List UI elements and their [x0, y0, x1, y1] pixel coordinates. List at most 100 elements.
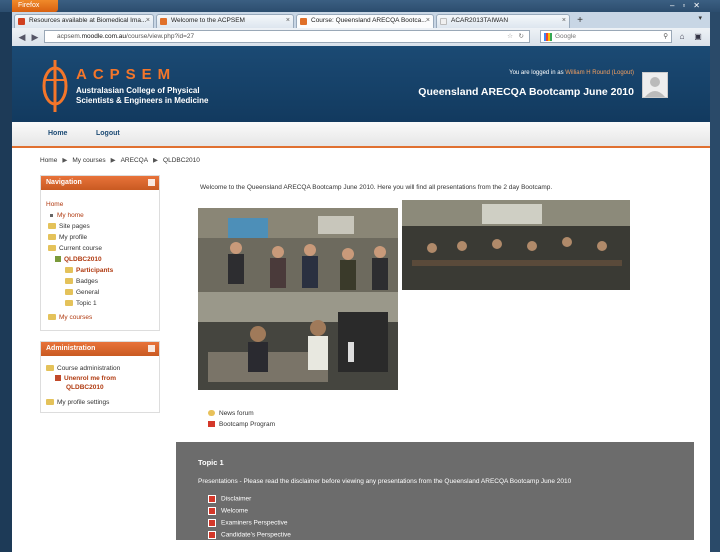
resource-news-forum[interactable]: News forum: [208, 410, 254, 417]
folder-icon: [48, 234, 56, 241]
back-icon[interactable]: ◀: [16, 31, 28, 43]
favicon-icon: [300, 18, 307, 25]
addon-icon[interactable]: ▣: [692, 31, 704, 43]
navigation-toolbar: ◀ ▶ acpsem.moodle.com.au/course/view.php…: [12, 28, 710, 47]
nav-item-label: My home: [57, 212, 84, 219]
url-domain: moodle.com.au: [81, 33, 127, 40]
nav-item-label: Topic 1: [76, 300, 97, 307]
breadcrumb-course[interactable]: QLDBC2010: [163, 157, 200, 164]
nav-item-label: Home: [46, 201, 64, 208]
site-title: Queensland ARECQA Bootcamp June 2010: [418, 86, 634, 98]
nav-item-participants[interactable]: Participants: [65, 267, 113, 274]
favicon-icon: [18, 18, 25, 25]
close-icon[interactable]: ×: [286, 15, 290, 27]
close-icon[interactable]: ×: [562, 15, 566, 27]
nav-item-label: Site pages: [59, 223, 90, 230]
user-silhouette-icon: [645, 77, 665, 97]
navigation-block: Navigation Home My home Site pages My pr…: [40, 175, 160, 331]
nav-item-my-home[interactable]: My home: [50, 212, 84, 219]
admin-unenrol-course[interactable]: QLDBC2010: [66, 384, 104, 391]
admin-profile-settings[interactable]: My profile settings: [46, 399, 109, 406]
favicon-icon: [160, 18, 167, 25]
resource-label: News forum: [219, 410, 254, 417]
nav-item-label: Current course: [59, 245, 102, 252]
breadcrumb-category[interactable]: ARECQA: [121, 157, 148, 164]
window-controls[interactable]: ‒▫✕: [670, 1, 708, 10]
close-icon[interactable]: ×: [146, 15, 150, 27]
topic-item-candidates[interactable]: Candidate's Perspective: [208, 531, 291, 539]
nav-item-topic1[interactable]: Topic 1: [65, 300, 97, 307]
firefox-menu-button[interactable]: Firefox: [12, 0, 58, 12]
search-bar[interactable]: Google ⚲: [540, 30, 672, 43]
nav-item-label: QLDBC2010: [64, 256, 102, 263]
tab-biomedical[interactable]: Resources available at Biomedical Ima...…: [14, 14, 154, 28]
nav-item-home[interactable]: Home: [46, 201, 63, 208]
resource-bootcamp-program[interactable]: Bootcamp Program: [208, 421, 275, 428]
breadcrumb-home[interactable]: Home: [40, 157, 57, 164]
nav-item-my-courses[interactable]: My courses: [48, 314, 92, 321]
pdf-icon: [208, 495, 216, 503]
tab-label: Welcome to the ACPSEM: [171, 17, 245, 24]
topic-item-welcome[interactable]: Welcome: [208, 507, 248, 515]
tab-label: Course: Queensland ARECQA Bootca...: [311, 17, 427, 24]
login-info: You are logged in as William H Round (Lo…: [492, 70, 634, 76]
favicon-icon: [440, 18, 447, 25]
topic-item-label: Candidate's Perspective: [221, 531, 291, 539]
nav-item-my-profile[interactable]: My profile: [48, 234, 87, 241]
nav-item-label: General: [76, 289, 100, 296]
bullet-icon: [50, 213, 53, 217]
user-link[interactable]: William H Round: [565, 70, 610, 76]
topic-item-examiners[interactable]: Examiners Perspective: [208, 519, 287, 527]
avatar[interactable]: [642, 72, 668, 98]
photo-scene-2: [402, 200, 630, 290]
nav-item-site-pages[interactable]: Site pages: [48, 223, 90, 230]
nav-item-general[interactable]: General: [65, 289, 99, 296]
pdf-icon: [208, 507, 216, 515]
folder-icon: [65, 300, 73, 307]
hide-block-icon[interactable]: [148, 179, 155, 186]
logo-text: ACPSEM: [76, 66, 177, 83]
url-bar[interactable]: acpsem.moodle.com.au/course/view.php?id=…: [44, 30, 530, 43]
nav-item-course[interactable]: QLDBC2010: [55, 256, 102, 263]
window-frame-left: [0, 12, 12, 552]
welcome-text: Welcome to the Queensland ARECQA Bootcam…: [200, 184, 553, 191]
search-placeholder: Google: [555, 33, 576, 40]
course-content: Welcome to the Queensland ARECQA Bootcam…: [176, 176, 694, 442]
close-icon[interactable]: ×: [426, 15, 430, 27]
tab-course[interactable]: Course: Queensland ARECQA Bootca... ×: [296, 14, 434, 28]
unenrol-icon: [55, 375, 61, 382]
admin-item-label: My profile settings: [57, 399, 110, 406]
menu-home[interactable]: Home: [48, 130, 67, 137]
reload-icon[interactable]: ↻: [519, 31, 524, 42]
folder-icon: [65, 278, 73, 285]
bookmark-star-icon[interactable]: ☆: [507, 31, 513, 42]
hide-block-icon[interactable]: [148, 345, 155, 352]
google-icon: [544, 33, 552, 41]
tab-label: ACAR2013TAIWAN: [451, 17, 509, 24]
search-icon[interactable]: ⚲: [663, 31, 668, 42]
tab-acpsem[interactable]: Welcome to the ACPSEM ×: [156, 14, 294, 28]
administration-block: Administration Course administration Une…: [40, 341, 160, 413]
breadcrumb-my-courses[interactable]: My courses: [72, 157, 105, 164]
admin-course-administration[interactable]: Course administration: [46, 365, 120, 372]
folder-icon: [48, 314, 56, 321]
bootcamp-photo-2: [402, 200, 630, 290]
chevron-right-icon: ▶: [153, 157, 159, 164]
folder-open-icon: [46, 365, 54, 372]
tab-acar[interactable]: ACAR2013TAIWAN ×: [436, 14, 570, 28]
home-icon[interactable]: ⌂: [676, 31, 688, 43]
forum-icon: [208, 410, 215, 417]
folder-icon: [65, 267, 73, 274]
org-name-line1: Australasian College of Physical: [76, 86, 200, 95]
topic-item-disclaimer[interactable]: Disclaimer: [208, 495, 251, 503]
tab-bar: Resources available at Biomedical Ima...…: [12, 12, 710, 28]
menu-logout[interactable]: Logout: [96, 130, 120, 137]
logout-link[interactable]: (Logout): [612, 70, 634, 76]
list-tabs-icon[interactable]: ▾: [698, 14, 702, 22]
nav-item-current-course[interactable]: Current course: [48, 245, 102, 252]
forward-icon[interactable]: ▶: [29, 31, 41, 43]
new-tab-button[interactable]: +: [572, 14, 588, 28]
admin-item-label: Unenrol me from: [64, 375, 117, 382]
nav-item-badges[interactable]: Badges: [65, 278, 98, 285]
admin-unenrol-link[interactable]: Unenrol me from: [55, 375, 116, 382]
